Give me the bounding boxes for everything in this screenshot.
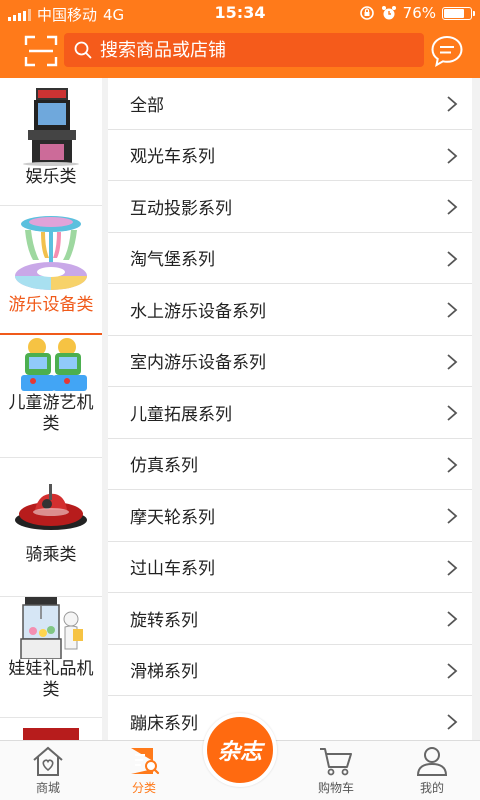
chevron-right-icon [447,96,458,112]
tab-category[interactable]: 分类 [96,745,192,796]
search-input[interactable] [100,39,400,61]
subcategory-label: 过山车系列 [130,559,215,580]
subcategory-row[interactable]: 观光车系列 [108,130,472,181]
magazine-button[interactable]: 杂志 [203,713,277,787]
chevron-right-icon [447,302,458,318]
subcategory-label: 摩天轮系列 [130,507,215,528]
chevron-right-icon [447,456,458,473]
subcategory-label: 滑梯系列 [130,662,198,683]
subcategory-label: 淘气堡系列 [130,250,215,271]
subcategory-label: 蹦床系列 [130,713,198,734]
subcategory-label: 旋转系列 [130,610,198,631]
subcategory-row[interactable]: 仿真系列 [108,439,472,490]
tab-label: 分类 [131,781,156,795]
sidebar-item-entertainment[interactable]: 娱乐类 [0,86,102,206]
tab-mall[interactable]: 商城 [0,745,96,796]
arcade-machine-image [23,88,79,166]
chevron-right-icon [447,662,458,679]
alarm-icon [381,6,396,20]
sidebar-item-label: 娃娃礼品机类 [8,659,94,700]
sidebar-item-amusement-equipment[interactable]: 游乐设备类 [0,214,102,335]
tab-label: 购物车 [317,781,354,795]
chevron-right-icon [447,250,458,267]
chevron-right-icon [447,508,458,524]
search-icon [74,41,92,59]
category-icon [131,748,160,775]
top-search-bar [0,26,480,78]
subcategory-label: 水上游乐设备系列 [130,301,266,322]
chevron-right-icon [447,405,458,421]
chevron-right-icon [447,611,458,627]
subcategory-label: 儿童拓展系列 [130,404,232,425]
home-icon [33,746,63,776]
sidebar-item-rides[interactable]: 骑乘类 [0,476,102,597]
subcategory-label: 室内游乐设备系列 [130,353,266,374]
kids-game-machine-image [21,338,87,391]
tab-profile[interactable]: 我的 [384,745,480,796]
chevron-right-icon [447,559,458,576]
chevron-right-icon [447,147,458,164]
subcategory-row[interactable]: 水上游乐设备系列 [108,284,472,336]
subcategory-list: 全部观光车系列互动投影系列 淘气堡系列水上游乐设备系列 室内游乐设备系列 儿童拓展系列… [108,78,472,740]
sidebar-item-racing[interactable] [0,724,102,740]
sidebar-item-label: 游乐设备类 [8,295,94,315]
subcategory-row[interactable]: 旋转系列 [108,593,472,645]
subcategory-row[interactable]: 互动投影系列 [108,181,472,233]
subcategory-row[interactable]: 蹦床系列 [108,696,472,740]
bottom-tab-bar: 商城 分类 杂志 购物车 我的 [0,713,480,800]
subcategory-label: 互动投影系列 [130,198,232,219]
search-bar[interactable] [64,33,424,67]
battery-icon [442,6,475,20]
category-sidebar: 娱乐类 游乐设备类 儿童游艺机类 骑乘类 娃娃礼品机类 [0,78,102,740]
racing-cabinet-image [23,728,79,740]
subcategory-row[interactable]: 室内游乐设备系列 [108,336,472,387]
scan-button[interactable] [24,34,58,68]
subcategory-label: 观光车系列 [130,147,215,168]
cart-icon [320,748,352,776]
chevron-right-icon [447,199,458,215]
subcategory-row[interactable]: 滑梯系列 [108,645,472,696]
message-button[interactable] [430,34,464,68]
subcategory-row[interactable]: 摩天轮系列 [108,490,472,542]
chevron-right-icon [447,714,458,730]
subcategory-label: 全部 [130,95,164,116]
carousel-ride-image [15,216,87,290]
rotation-lock-icon [359,6,374,20]
subcategory-row[interactable]: 儿童拓展系列 [108,387,472,439]
status-bar: 中国移动 4G 15:34 76% [0,0,480,26]
sidebar-item-claw-gift-machines[interactable]: 娃娃礼品机类 [0,597,102,718]
profile-icon [416,747,448,776]
claw-machine-image [20,597,83,659]
sidebar-item-kids-game-machines[interactable]: 儿童游艺机类 [0,337,102,458]
tab-label: 我的 [419,781,444,795]
magazine-label: 杂志 [217,739,262,765]
sidebar-item-label: 娱乐类 [25,167,77,187]
subcategory-row[interactable]: 全部 [108,78,472,130]
tab-label: 商城 [35,781,60,795]
subcategory-row[interactable]: 淘气堡系列 [108,233,472,284]
subcategory-row[interactable]: 过山车系列 [108,542,472,593]
sidebar-item-label: 儿童游艺机类 [8,393,94,434]
tab-cart[interactable]: 购物车 [288,745,384,796]
battery-percent: 76% [402,4,436,22]
sidebar-item-label: 骑乘类 [25,545,77,565]
subcategory-label: 仿真系列 [130,456,198,477]
chevron-right-icon [447,353,458,370]
scan-icon [24,35,58,67]
bumper-car-image [15,484,87,530]
chat-bubble-icon [431,35,463,67]
